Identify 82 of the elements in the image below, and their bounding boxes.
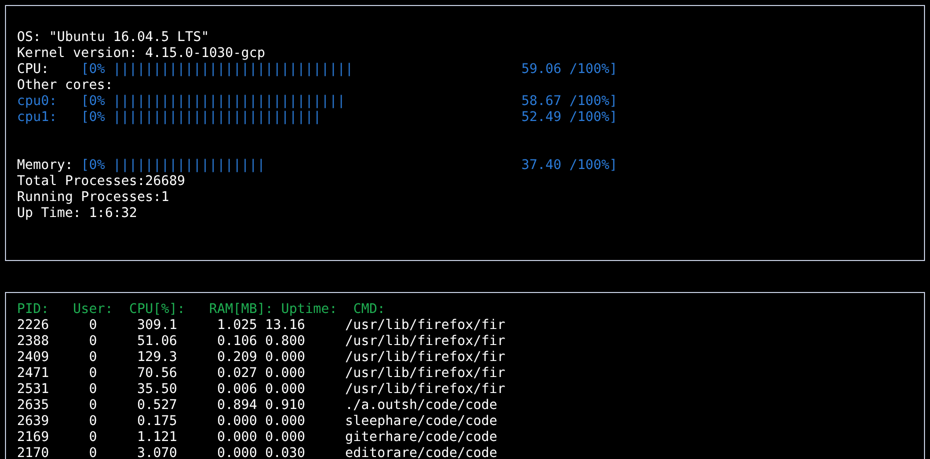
table-cell-text: 0.000 bbox=[216, 414, 258, 430]
usage-pipes-text: ||||||||||||||||||||||||||||| bbox=[113, 94, 346, 110]
kernel-info: Kernel version: 4.15.0-1030-gcp bbox=[17, 46, 266, 62]
table-cell-text: 0.000 bbox=[265, 350, 306, 366]
table-cell-text: 0.800 bbox=[265, 334, 306, 350]
table-cell-text: 0.027 bbox=[216, 366, 258, 382]
usage-pipes-text: |||||||||||||||||||||||||||||| bbox=[113, 62, 354, 78]
scale-start: [0% bbox=[81, 110, 106, 126]
table-cell-text: 0.910 bbox=[265, 398, 306, 414]
process-stat: Running Processes:1 bbox=[17, 190, 170, 206]
table-cell-text: 2635 bbox=[17, 398, 50, 414]
core-reading: 58.67 /100%] bbox=[521, 94, 618, 110]
table-cell-text: 51.06 bbox=[136, 334, 178, 350]
column-header: RAM[MB]: bbox=[209, 302, 274, 318]
scale-start: [0% bbox=[81, 94, 106, 110]
table-cell-text: 129.3 bbox=[136, 350, 178, 366]
table-cell-text: 0.527 bbox=[136, 398, 178, 414]
table-cell-text: 2409 bbox=[17, 350, 50, 366]
table-cell-text: 0 bbox=[89, 318, 98, 334]
table-cell: /usr/lib/firefox/fir bbox=[345, 350, 506, 366]
table-cell-text: 2639 bbox=[17, 414, 50, 430]
column-header: Uptime: bbox=[281, 302, 338, 318]
table-cell-text: 0.894 bbox=[216, 398, 258, 414]
table-cell-text: 0.000 bbox=[265, 366, 306, 382]
table-cell-text: 309.1 bbox=[136, 318, 178, 334]
core-reading: 52.49 /100%] bbox=[521, 110, 618, 126]
column-header: PID: bbox=[17, 302, 50, 318]
table-cell-text: 35.50 bbox=[136, 382, 178, 398]
table-cell-text: 0 bbox=[89, 334, 98, 350]
table-cell-text: 0 bbox=[89, 382, 98, 398]
table-cell-text: 0.106 bbox=[216, 334, 258, 350]
table-cell-text: 0.000 bbox=[216, 446, 258, 459]
core-label: cpu0: bbox=[17, 94, 58, 110]
memory-reading: 37.40 /100%] bbox=[521, 158, 618, 174]
table-cell-text: 70.56 bbox=[136, 366, 178, 382]
cpu-label: CPU: bbox=[17, 62, 50, 78]
table-cell-text: 0 bbox=[89, 350, 98, 366]
table-cell-text: 0.030 bbox=[265, 446, 306, 459]
table-cell-text: 0.006 bbox=[216, 382, 258, 398]
table-cell-text: 1.121 bbox=[136, 430, 178, 446]
column-header: User: bbox=[73, 302, 114, 318]
table-cell-text: 2169 bbox=[17, 430, 50, 446]
table-cell-text: 0 bbox=[89, 430, 98, 446]
table-cell-text: 0.000 bbox=[265, 430, 306, 446]
column-header: CMD: bbox=[353, 302, 386, 318]
process-stat: Up Time: 1:6:32 bbox=[17, 206, 138, 222]
table-cell-text: 2531 bbox=[17, 382, 50, 398]
table-cell-text: 0.209 bbox=[216, 350, 258, 366]
process-stat: Total Processes:26689 bbox=[17, 174, 186, 190]
table-cell-text: 2170 bbox=[17, 446, 50, 459]
table-cell-text: 1.025 bbox=[216, 318, 258, 334]
table-cell: /usr/lib/firefox/fir bbox=[345, 334, 506, 350]
table-cell-text: 3.070 bbox=[136, 446, 178, 459]
scale-start: [0% bbox=[81, 62, 106, 78]
table-cell: /usr/lib/firefox/fir bbox=[345, 366, 506, 382]
scale-start: [0% bbox=[81, 158, 106, 174]
table-cell-text: 0 bbox=[89, 414, 98, 430]
core-label: cpu1: bbox=[17, 110, 58, 126]
table-cell: /usr/lib/firefox/fir bbox=[345, 318, 506, 334]
table-cell-text: 0.175 bbox=[136, 414, 178, 430]
table-cell: ./a.outsh/code/code bbox=[345, 398, 498, 414]
table-cell-text: 0.000 bbox=[216, 430, 258, 446]
os-info: OS: "Ubuntu 16.04.5 LTS" bbox=[17, 30, 210, 46]
table-cell-text: 0 bbox=[89, 398, 98, 414]
table-cell-text: 0.000 bbox=[265, 382, 306, 398]
table-cell-text: 0.000 bbox=[265, 414, 306, 430]
usage-pipes-text: ||||||||||||||||||| bbox=[113, 158, 266, 174]
table-cell-text: 2388 bbox=[17, 334, 50, 350]
table-cell-text: 0 bbox=[89, 366, 98, 382]
table-cell: sleephare/code/code bbox=[345, 414, 498, 430]
cpu-reading: 59.06 /100%] bbox=[521, 62, 618, 78]
table-cell-text: 13.16 bbox=[265, 318, 306, 334]
table-cell-text: 2226 bbox=[17, 318, 50, 334]
table-cell: /usr/lib/firefox/fir bbox=[345, 382, 506, 398]
cores-heading: Other cores: bbox=[17, 78, 114, 94]
table-cell-text: 0 bbox=[89, 446, 98, 459]
memory-label: Memory: bbox=[17, 158, 74, 174]
table-cell: editorare/code/code bbox=[345, 446, 498, 459]
table-cell-text: 2471 bbox=[17, 366, 50, 382]
column-header: CPU[%]: bbox=[129, 302, 186, 318]
table-cell: giterhare/code/code bbox=[345, 430, 498, 446]
usage-pipes-text: |||||||||||||||||||||||||| bbox=[113, 110, 322, 126]
